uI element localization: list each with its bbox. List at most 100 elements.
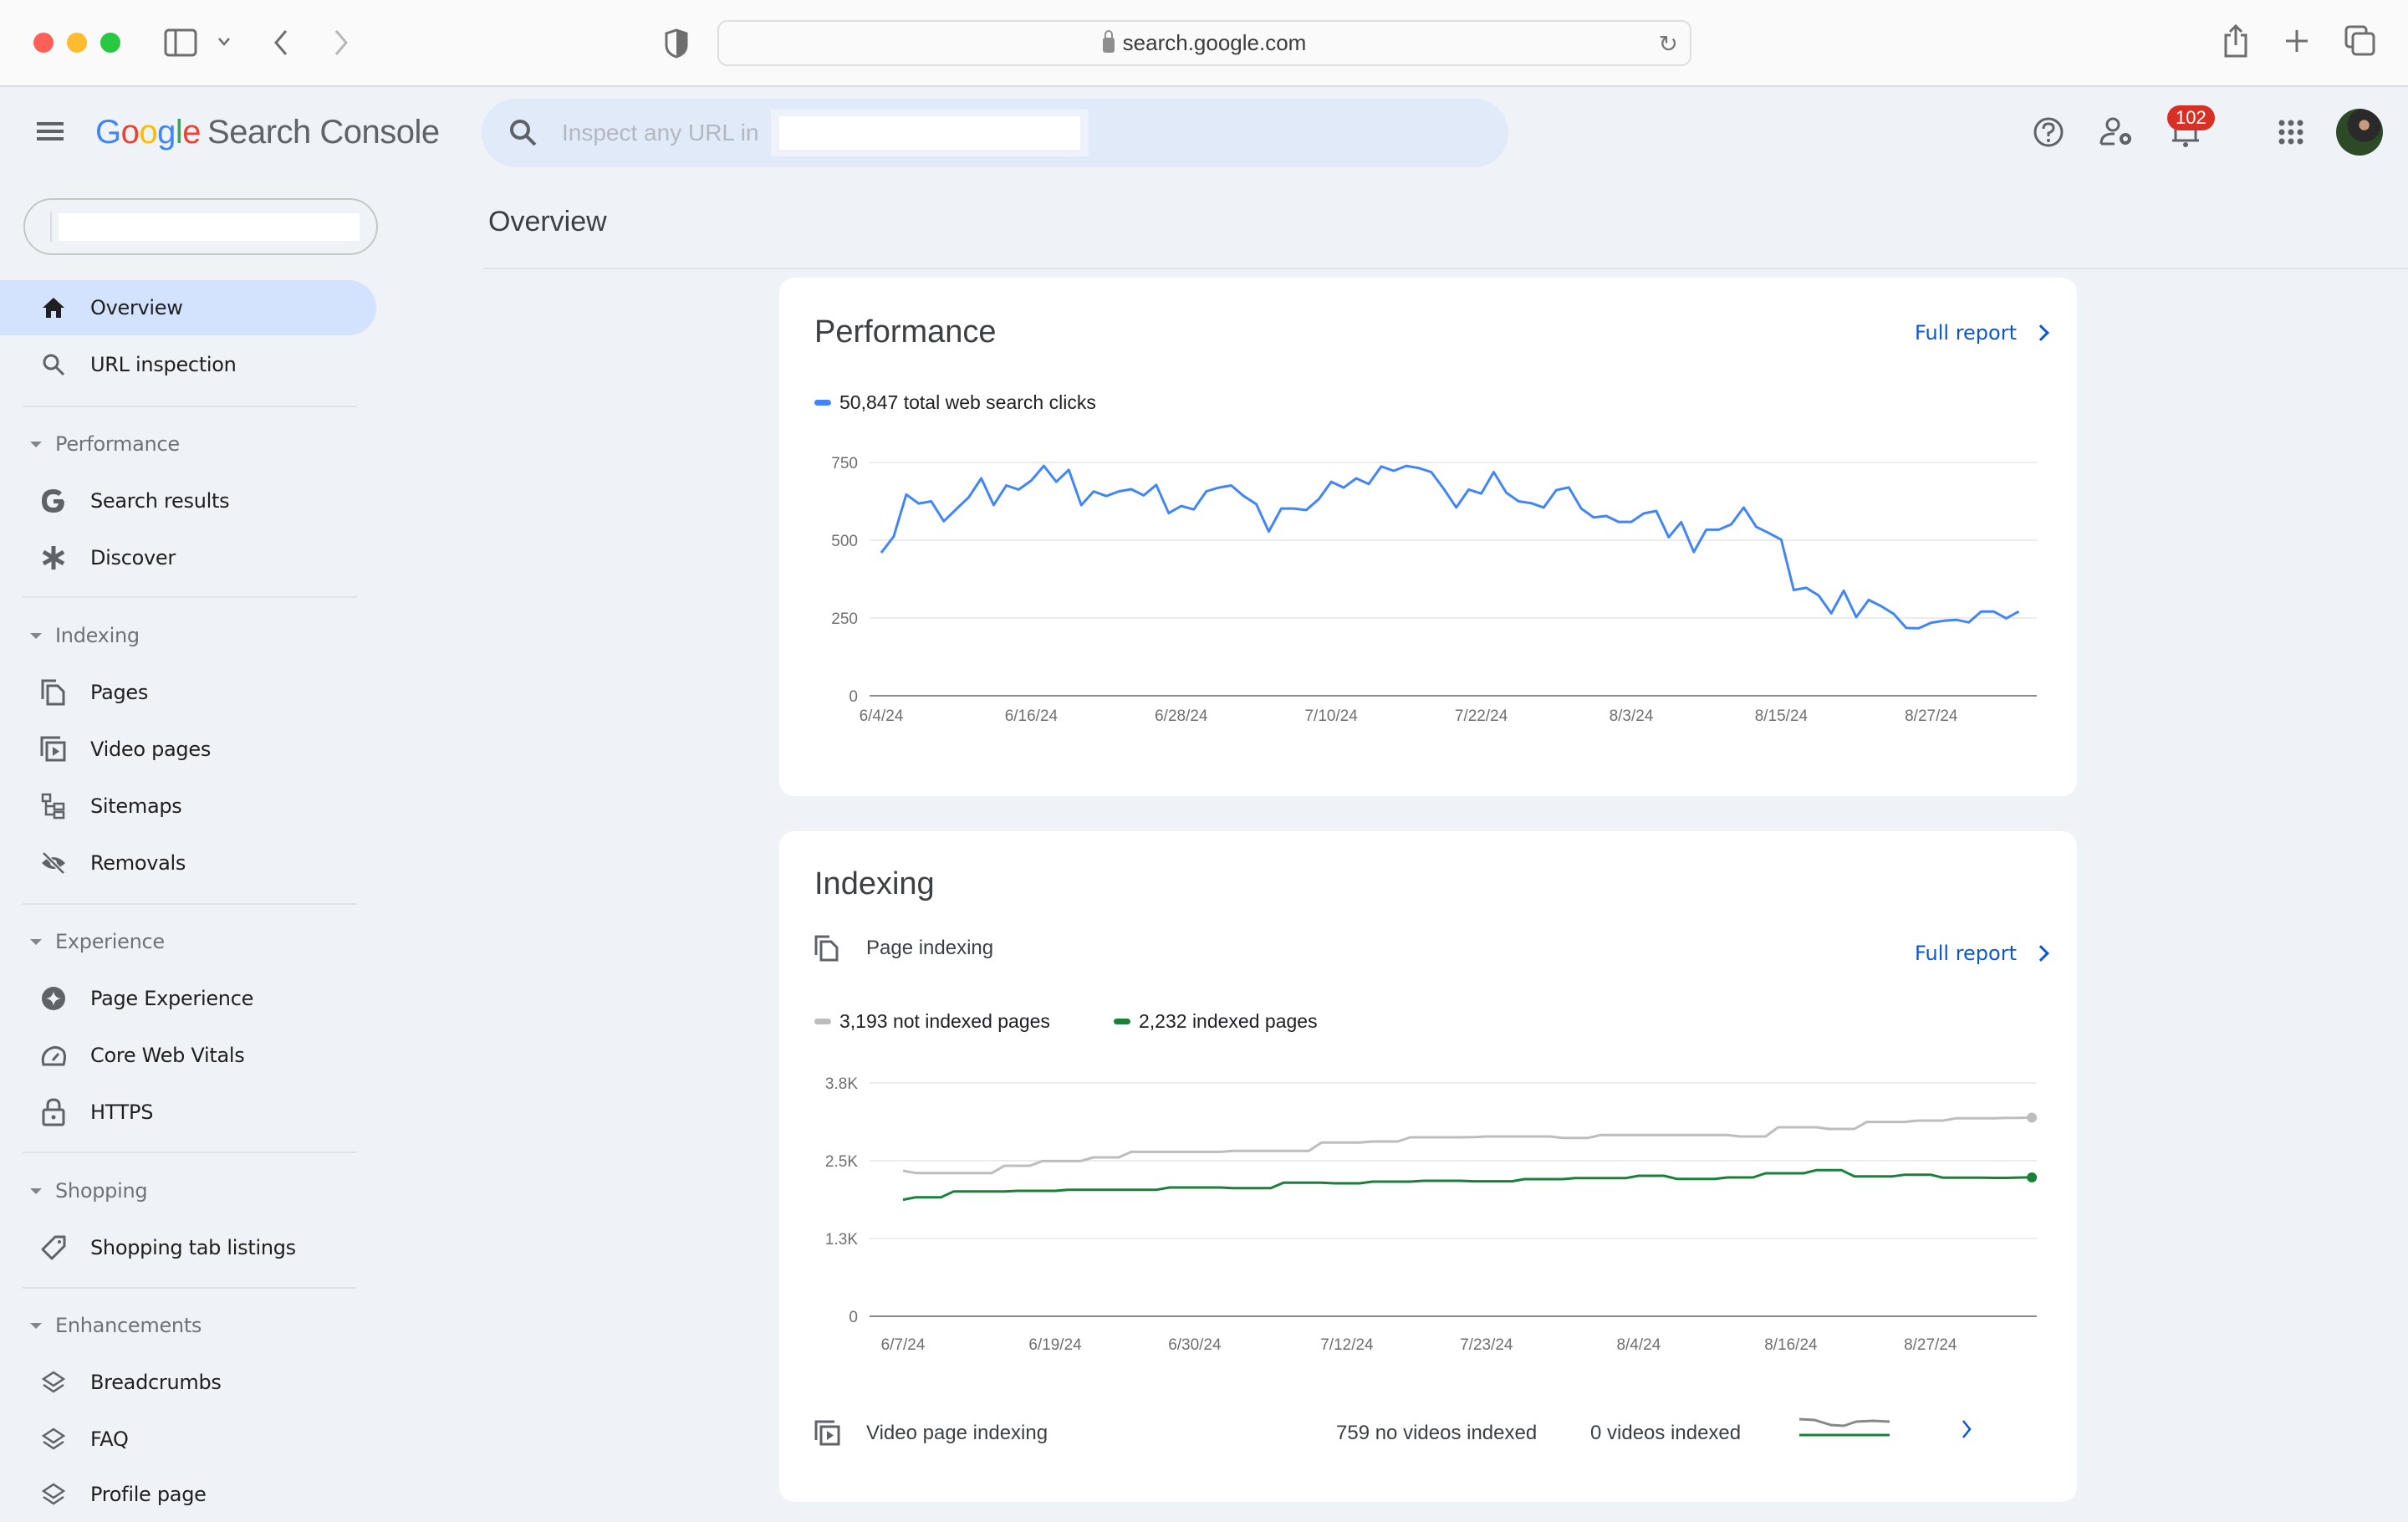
close-window-button[interactable] [33, 33, 54, 53]
y-tick-label: 750 [831, 455, 858, 472]
x-tick-label: 6/19/24 [1028, 1336, 1082, 1354]
sitemap-icon [38, 791, 69, 821]
chevron-right-icon [2033, 324, 2049, 341]
share-icon[interactable] [2222, 23, 2249, 59]
main-menu-button[interactable] [37, 122, 64, 140]
video-pages-icon [814, 1420, 840, 1446]
sidebar-item-url-inspection[interactable]: URL inspection [0, 337, 376, 392]
sidebar-item-shopping-tab-listings[interactable]: Shopping tab listings [0, 1220, 376, 1275]
privacy-shield-icon[interactable] [664, 28, 689, 59]
sidebar-section-shopping[interactable]: Shopping [30, 1174, 148, 1208]
x-tick-label: 6/4/24 [860, 707, 904, 725]
sidebar-item-breadcrumbs[interactable]: Breadcrumbs [0, 1355, 376, 1410]
sidebar-item-https[interactable]: HTTPS [0, 1085, 376, 1140]
account-avatar[interactable] [2336, 109, 2383, 156]
x-tick-label: 8/3/24 [1610, 707, 1654, 725]
section-title: Performance [55, 432, 180, 456]
back-icon[interactable] [271, 28, 291, 57]
home-icon [38, 293, 69, 323]
sidebar-item-search-results[interactable]: Search results [0, 473, 376, 529]
video-page-indexing-row[interactable]: Video page indexing 759 no videos indexe… [814, 1417, 2052, 1447]
sidebar-section-experience[interactable]: Experience [30, 925, 165, 958]
performance-chart: 0 250 500 750 6/4/24 6/16/24 6/28/24 7/10/24 7/2… [831, 455, 2037, 725]
lock-icon [38, 1097, 69, 1127]
sidebar-item-overview[interactable]: Overview [0, 280, 376, 335]
x-tick-label: 6/28/24 [1155, 707, 1208, 725]
search-icon [38, 350, 69, 380]
performance-full-report-link[interactable]: Full report [1915, 321, 2049, 345]
x-tick-label: 8/27/24 [1904, 1336, 1957, 1354]
sidebar-item-removals[interactable]: Removals [0, 835, 376, 891]
pages-icon [814, 935, 839, 962]
admin-settings-button[interactable] [2099, 114, 2135, 151]
sidebar-item-page-experience[interactable]: Page Experience [0, 971, 376, 1026]
x-tick-label: 8/4/24 [1616, 1336, 1661, 1354]
sidebar-divider [23, 406, 357, 407]
collapse-triangle-icon [30, 938, 42, 945]
performance-title: Performance [814, 314, 997, 350]
layers-icon [38, 1367, 69, 1397]
performance-card: Performance Full report 50,847 total web… [779, 278, 2077, 796]
video-pages-icon [38, 734, 69, 764]
logo-letter: G [95, 114, 121, 151]
y-tick-label: 0 [849, 688, 858, 706]
page-indexing-header: Page indexing [814, 935, 993, 962]
reload-icon[interactable]: ↻ [1659, 30, 1678, 58]
legend-swatch [814, 400, 831, 406]
sidebar-item-sitemaps[interactable]: Sitemaps [0, 779, 376, 834]
section-title: Indexing [55, 624, 140, 647]
full-report-label: Full report [1915, 321, 2017, 345]
videos-indexed-count: 0 videos indexed [1590, 1422, 1742, 1444]
sidebar-item-discover[interactable]: Discover [0, 530, 376, 585]
sidebar-section-enhancements[interactable]: Enhancements [30, 1309, 202, 1342]
search-placeholder: Inspect any URL in [562, 120, 759, 146]
sidebar-item-profile-page[interactable]: Profile page [0, 1467, 376, 1522]
tabs-overview-icon[interactable] [2344, 25, 2376, 57]
address-bar[interactable]: search.google.com ↻ [717, 20, 1691, 66]
sidebar-item-video-pages[interactable]: Video pages [0, 722, 376, 777]
sidebar-toggle-icon[interactable] [164, 28, 197, 57]
sidebar-item-label: Search results [90, 489, 230, 513]
sidebar-item-core-web-vitals[interactable]: Core Web Vitals [0, 1028, 376, 1083]
indexing-full-report-link[interactable]: Full report [1915, 942, 2049, 965]
collapse-triangle-icon [30, 441, 42, 447]
url-text: search.google.com [1122, 30, 1307, 55]
section-title: Experience [55, 930, 165, 953]
sidebar-item-label: Page Experience [90, 987, 254, 1010]
video-sparkline [1798, 1417, 1890, 1437]
legend-swatch [1114, 1019, 1130, 1024]
property-selector[interactable] [23, 198, 378, 255]
logo-letter: o [120, 114, 140, 151]
indexing-chart: 0 1.3K 2.5K 3.8K 6/7/24 6/19/24 6/30/24 7/12/24… [825, 1075, 2038, 1354]
sidebar-item-pages[interactable]: Pages [0, 665, 376, 720]
collapse-triangle-icon [30, 632, 42, 639]
minimize-window-button[interactable] [67, 33, 87, 53]
search-icon [510, 120, 537, 146]
indexing-title: Indexing [814, 866, 935, 901]
gauge-icon [38, 1040, 69, 1070]
browser-toolbar: search.google.com ↻ [0, 0, 2408, 87]
new-tab-icon[interactable] [2284, 28, 2309, 54]
help-button[interactable] [2030, 114, 2067, 151]
notification-badge: 102 [2167, 105, 2215, 130]
zoom-window-button[interactable] [100, 33, 120, 53]
sidebar-item-label: Discover [90, 546, 176, 569]
indexed-legend: 2,232 indexed pages [1114, 1010, 1318, 1033]
sidebar-section-performance[interactable]: Performance [30, 427, 180, 461]
apps-button[interactable] [2273, 114, 2309, 151]
sidebar-item-faq[interactable]: FAQ [0, 1412, 376, 1467]
forward-icon[interactable] [331, 28, 351, 57]
sidebar-section-indexing[interactable]: Indexing [30, 619, 140, 652]
sidebar-item-label: Removals [90, 851, 186, 875]
pages-icon [38, 677, 69, 707]
sidebar-item-label: Sitemaps [90, 794, 182, 818]
url-inspect-search[interactable]: Inspect any URL in [482, 99, 1508, 167]
chevron-right-icon[interactable] [1960, 1418, 1973, 1440]
x-tick-label: 6/30/24 [1168, 1336, 1222, 1354]
x-tick-label: 6/7/24 [881, 1336, 926, 1354]
title-divider [483, 268, 2408, 269]
sidebar-item-label: Pages [90, 681, 149, 704]
search-console-logo[interactable]: Google Search Console [95, 114, 440, 151]
chevron-down-icon[interactable] [217, 37, 231, 47]
section-title: Enhancements [55, 1314, 202, 1337]
